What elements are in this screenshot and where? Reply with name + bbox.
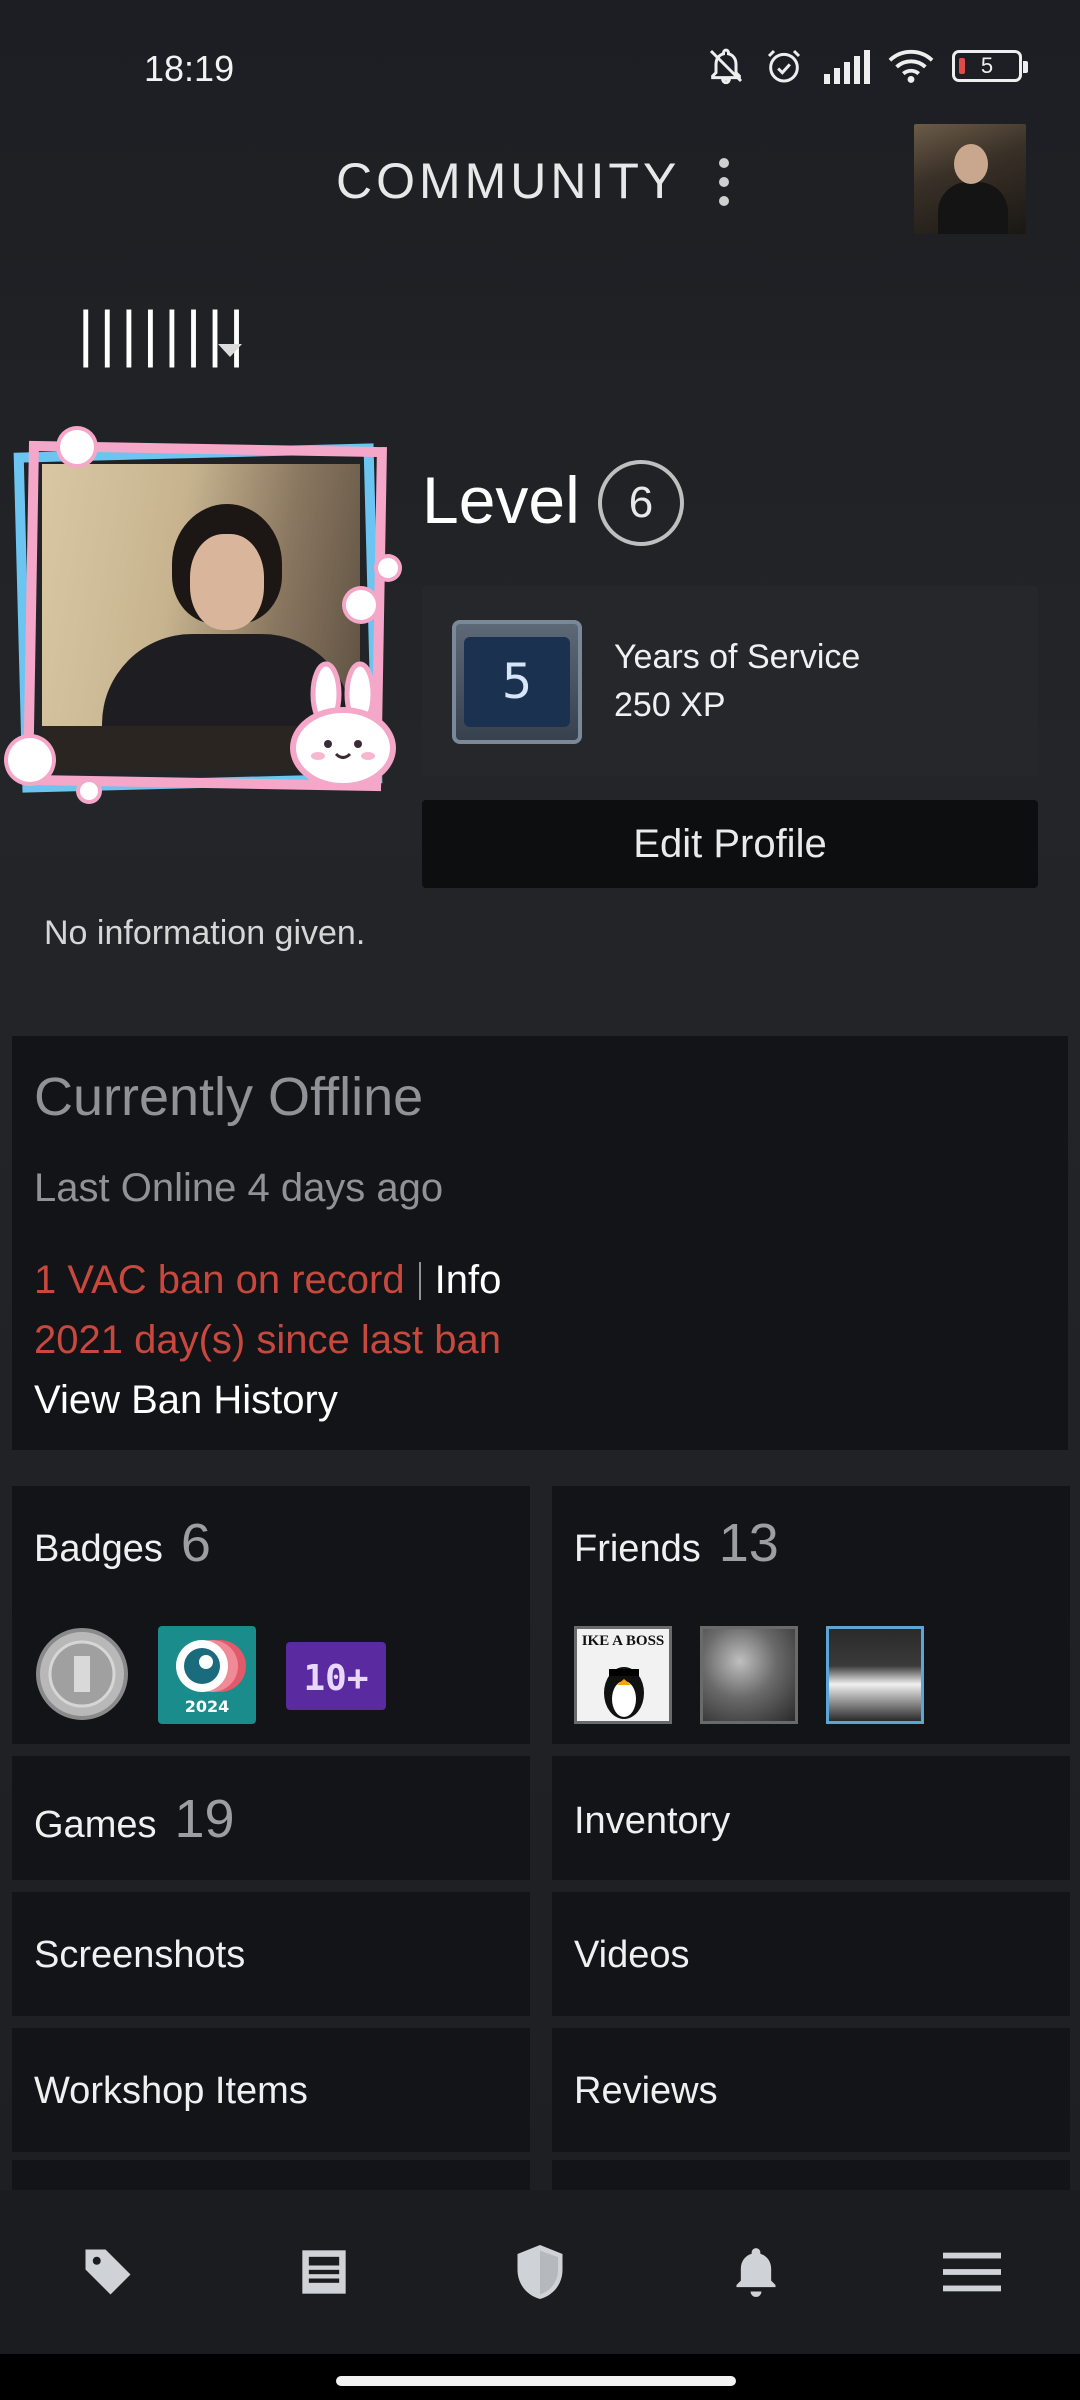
badges-label: Badges (34, 1528, 163, 1570)
bell-icon (736, 2248, 776, 2297)
bell-off-icon (709, 48, 743, 85)
days-since-ban: 2021 day(s) since last ban (34, 1318, 501, 1362)
header-avatar[interactable] (914, 124, 1026, 234)
reviews-label: Reviews (574, 2070, 718, 2112)
badge-year: 2024 (185, 1697, 230, 1716)
friends-count: 13 (718, 1513, 779, 1573)
friends-tile[interactable]: Friends 13 IKE A BOSS (552, 1486, 1070, 1744)
featured-badge-card[interactable]: 5 Years of Service 250 XP (422, 586, 1038, 776)
flower-decoration (8, 738, 52, 782)
games-count: 19 (174, 1789, 235, 1849)
more-options-icon[interactable] (714, 158, 734, 206)
profile-avatar (8, 430, 400, 802)
nav-notifications[interactable] (711, 2227, 801, 2317)
videos-tile[interactable]: Videos (552, 1892, 1070, 2016)
menu-icon (943, 2252, 1001, 2292)
friend-avatar-text: IKE A BOSS (581, 1633, 665, 1649)
flower-decoration (60, 430, 94, 464)
nav-news[interactable] (279, 2227, 369, 2317)
info-link[interactable]: Info (435, 1258, 502, 1303)
home-indicator[interactable] (0, 2354, 1080, 2400)
shield-icon (517, 2245, 563, 2299)
badges-tile[interactable]: Badges 6 2024 10+ (12, 1486, 530, 1744)
steam-2024-badge-icon[interactable]: 2024 (158, 1626, 256, 1724)
tag-icon (85, 2249, 131, 2295)
level-label: Level (422, 463, 580, 537)
profile-summary: No information given. (44, 914, 366, 952)
next-tile-row (12, 2160, 530, 2190)
chevron-down-icon[interactable] (218, 344, 242, 357)
status-bar: 18:19 5 (0, 0, 1080, 120)
signal-icon (824, 50, 870, 84)
vac-ban-line: 1 VAC ban on record Info (34, 1258, 501, 1303)
videos-label: Videos (574, 1934, 690, 1976)
vac-ban-text: 1 VAC ban on record (34, 1258, 405, 1302)
next-tile-row (552, 2160, 1070, 2190)
workshop-items-label: Workshop Items (34, 2070, 308, 2112)
friends-header: Friends 13 (574, 1512, 779, 1574)
coin-badge-icon[interactable] (34, 1626, 130, 1722)
friend-avatar[interactable]: IKE A BOSS (574, 1626, 672, 1724)
games-header: Games 19 (34, 1788, 235, 1850)
battery-icon: 5 (952, 50, 1028, 82)
years-of-service-badge-icon: 5 (452, 620, 582, 744)
bunny-icon (290, 661, 396, 789)
flower-decoration (346, 590, 376, 620)
friend-avatar[interactable] (700, 1626, 798, 1724)
screenshots-label: Screenshots (34, 1934, 246, 1976)
nav-guard[interactable] (495, 2227, 585, 2317)
badge-xp: 250 XP (614, 686, 726, 724)
news-icon (302, 2250, 346, 2294)
badges-header: Badges 6 (34, 1512, 211, 1574)
nav-menu[interactable] (927, 2227, 1017, 2317)
badge-name: Years of Service (614, 638, 861, 676)
ten-plus-badge-icon[interactable]: 10+ (286, 1642, 386, 1710)
profile-name[interactable]: |||||||| (76, 300, 248, 368)
reviews-tile[interactable]: Reviews (552, 2028, 1070, 2152)
badge-number: 5 (464, 637, 570, 727)
page-title: COMMUNITY (336, 153, 681, 209)
level-badge[interactable]: 6 (598, 460, 684, 546)
status-icons: 5 (706, 46, 1028, 86)
screenshots-tile[interactable]: Screenshots (12, 1892, 530, 2016)
view-ban-history-link[interactable]: View Ban History (34, 1378, 338, 1423)
divider (418, 1261, 421, 1300)
status-time: 18:19 (144, 48, 235, 89)
nav-store[interactable] (63, 2227, 153, 2317)
flower-decoration (80, 782, 98, 800)
badges-count: 6 (180, 1513, 211, 1573)
friend-avatar[interactable] (826, 1626, 924, 1724)
games-label: Games (34, 1804, 157, 1846)
inventory-tile[interactable]: Inventory (552, 1756, 1070, 1880)
inventory-label: Inventory (574, 1800, 731, 1842)
flower-decoration (378, 558, 398, 578)
alarm-icon (767, 49, 801, 83)
online-status-panel: Currently Offline Last Online 4 days ago… (12, 1036, 1068, 1450)
wifi-icon (888, 50, 934, 83)
games-tile[interactable]: Games 19 (12, 1756, 530, 1880)
badge-more: 10+ (303, 1658, 368, 1699)
bottom-navigation (0, 2190, 1080, 2354)
workshop-items-tile[interactable]: Workshop Items (12, 2028, 530, 2152)
online-status: Currently Offline (34, 1067, 424, 1127)
friends-label: Friends (574, 1528, 701, 1570)
edit-profile-button[interactable]: Edit Profile (422, 800, 1038, 888)
penguin-icon (604, 1667, 644, 1719)
last-online: Last Online 4 days ago (34, 1166, 444, 1210)
